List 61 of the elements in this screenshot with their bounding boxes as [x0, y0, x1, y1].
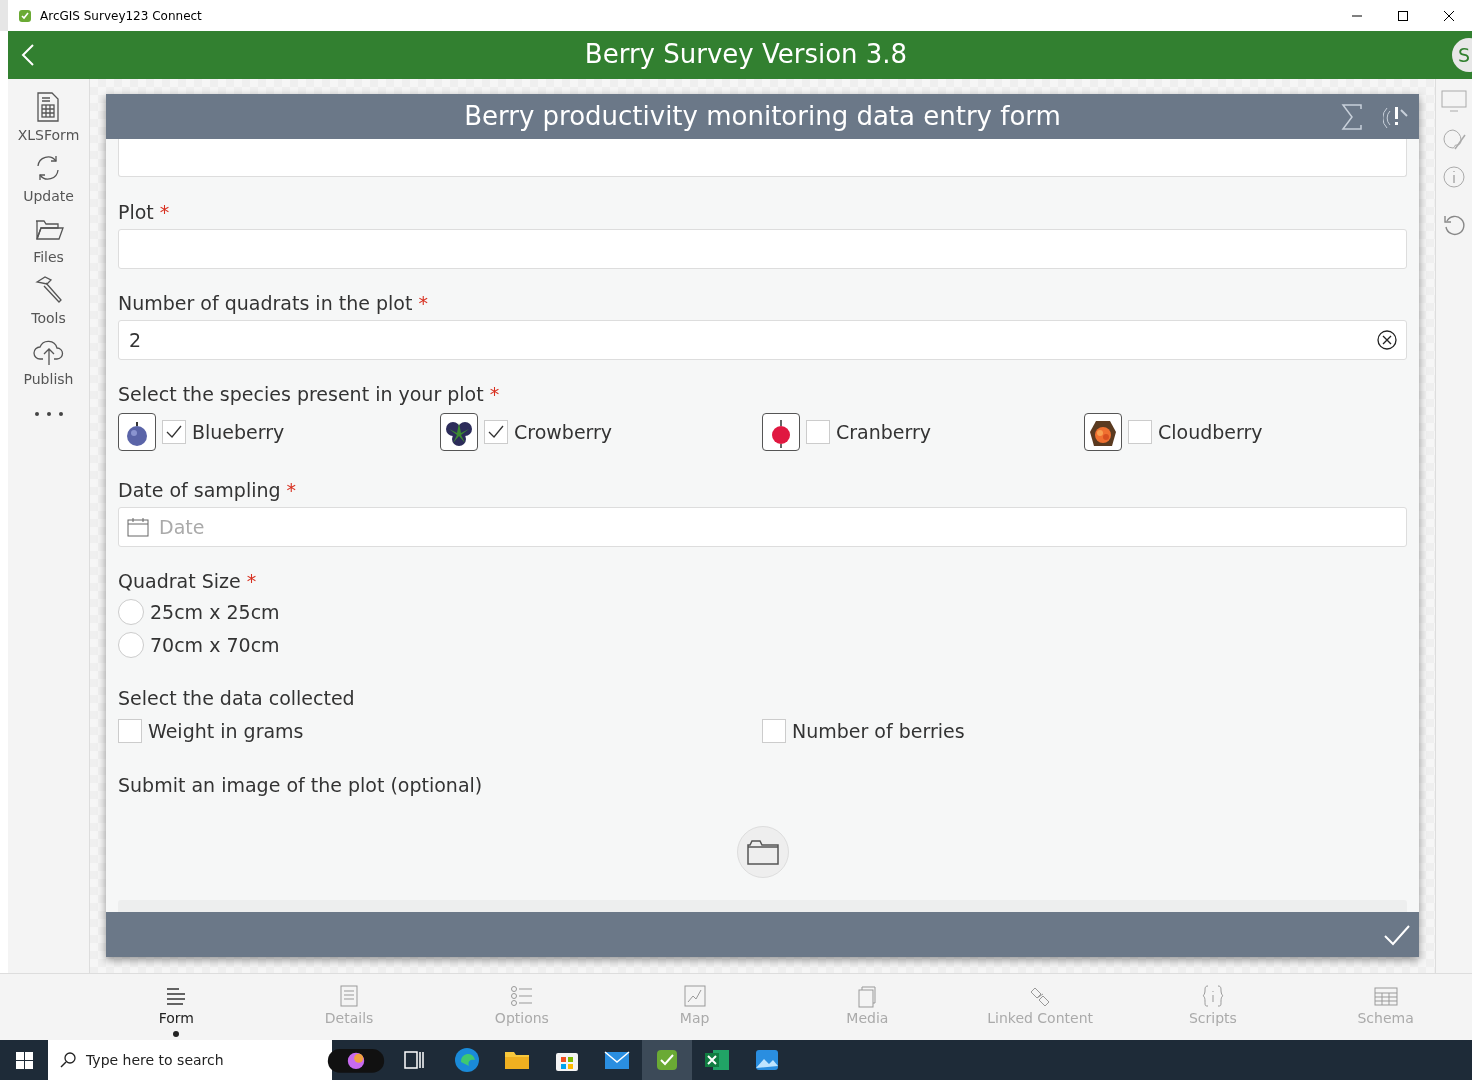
close-icon — [1443, 9, 1455, 22]
braces-icon — [1199, 984, 1226, 1008]
taskbar-search-field[interactable]: Type here to search — [48, 1040, 332, 1080]
window-title: ArcGIS Survey123 Connect — [40, 7, 202, 25]
app-logo-icon — [18, 8, 32, 23]
checkbox[interactable] — [762, 719, 786, 744]
map-icon — [681, 984, 708, 1008]
checkbox[interactable] — [1128, 420, 1152, 444]
table-icon — [1372, 984, 1399, 1008]
update-button[interactable]: Update — [23, 152, 74, 207]
option-label: Weight in grams — [148, 719, 304, 744]
clear-icon — [1376, 329, 1398, 351]
undo-icon[interactable] — [1442, 213, 1466, 237]
question-label: Plot — [118, 200, 154, 225]
active-dot-icon — [173, 1031, 180, 1037]
xlsform-button[interactable]: XLSForm — [17, 91, 80, 146]
option-label: Number of berries — [792, 719, 965, 744]
check-icon — [488, 425, 504, 439]
radio-button[interactable] — [118, 631, 144, 658]
question-label: Submit an image of the plot (optional) — [118, 772, 483, 798]
checkbox[interactable] — [806, 420, 830, 444]
user-avatar[interactable]: S — [1452, 38, 1472, 72]
list-icon — [508, 984, 535, 1008]
question-label: Quadrat Size — [118, 569, 241, 594]
sum-icon[interactable] — [1341, 104, 1363, 130]
clear-button[interactable] — [1376, 329, 1398, 351]
option-label: 70cm x 70cm — [150, 632, 280, 658]
search-placeholder: Type here to search — [86, 1050, 224, 1070]
text-field[interactable] — [118, 139, 1407, 177]
radio-button[interactable] — [118, 599, 144, 626]
required-mark: * — [286, 478, 297, 503]
tools-button[interactable]: Tools — [31, 274, 66, 329]
start-icon[interactable] — [16, 1051, 33, 1069]
files-button[interactable]: Files — [32, 213, 65, 268]
search-icon — [60, 1052, 76, 1068]
form-title: Berry productivity monitoring data entry form — [464, 100, 1061, 133]
required-mark: * — [418, 291, 428, 316]
maximize-icon — [1397, 9, 1409, 22]
checkbox[interactable] — [118, 719, 142, 744]
question-label: Select the species present in your plot — [118, 382, 484, 407]
option-label: 25cm x 25cm — [150, 600, 280, 625]
option-label: Cloudberry — [1158, 419, 1263, 445]
option-label: Crowberry — [514, 419, 613, 445]
question-label: Select the data collected — [118, 686, 355, 711]
option-label: Blueberry — [192, 419, 285, 445]
calendar-icon — [127, 517, 149, 537]
checkbox[interactable] — [162, 420, 186, 444]
survey-title: Berry Survey Version 3.8 — [583, 39, 909, 71]
folder-icon — [745, 838, 780, 865]
question-label: Date of sampling — [118, 478, 281, 503]
publish-button[interactable]: Publish — [23, 335, 74, 390]
text-field[interactable] — [118, 229, 1407, 269]
required-mark: * — [489, 382, 500, 407]
tab[interactable]: Form — [90, 974, 263, 1040]
question-label: Number of quadrats in the plot — [118, 291, 413, 316]
checkbox[interactable] — [484, 420, 508, 444]
more-icon[interactable] — [32, 410, 65, 418]
check-icon — [166, 425, 182, 439]
required-mark: * — [246, 569, 257, 594]
option-label: Cranberry — [836, 419, 932, 445]
required-mark: * — [159, 200, 170, 225]
